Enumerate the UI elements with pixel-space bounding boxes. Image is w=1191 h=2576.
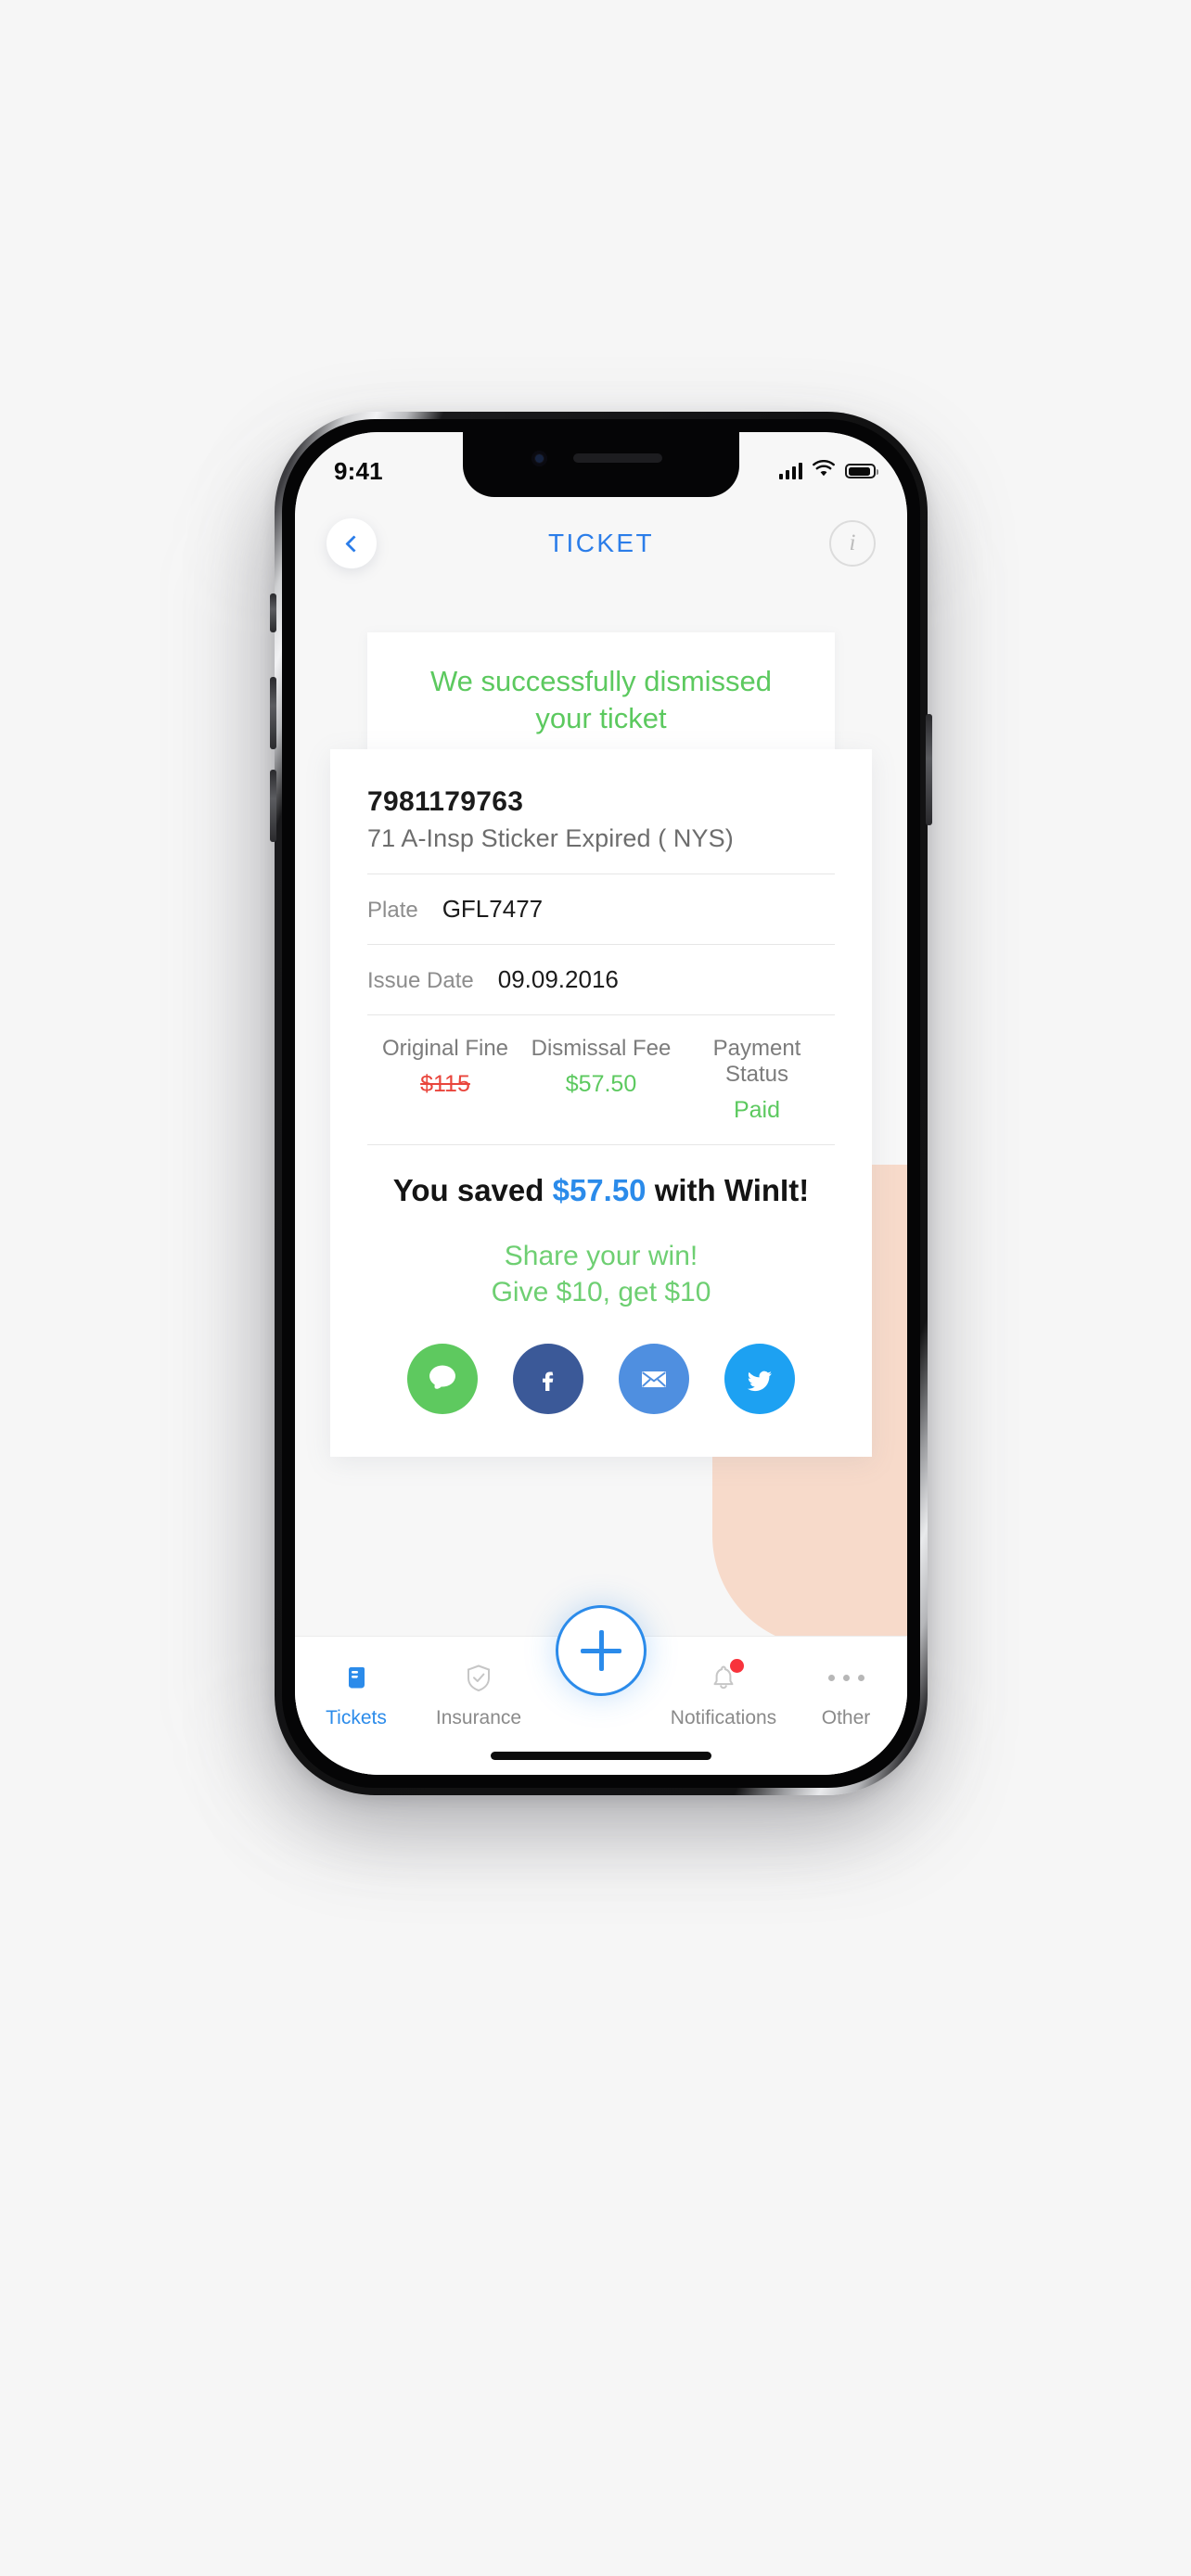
divider	[367, 944, 835, 945]
ticket-details-card: 7981179763 71 A-Insp Sticker Expired ( N…	[330, 749, 872, 1457]
payment-status-value: Paid	[733, 1097, 781, 1123]
status-bar: 9:41	[295, 432, 907, 497]
savings-prefix: You saved	[392, 1173, 553, 1207]
savings-suffix: with WinIt!	[646, 1173, 810, 1207]
page-title: TICKET	[548, 529, 654, 557]
cellular-signal-icon	[778, 463, 802, 479]
savings-amount: $57.50	[552, 1173, 647, 1207]
notification-badge	[730, 1659, 744, 1673]
fee-column: Payment Status Paid	[679, 1036, 835, 1124]
twitter-bird-icon	[747, 1371, 772, 1392]
status-icons	[778, 460, 878, 482]
app-header: TICKET i	[295, 497, 907, 590]
dismissal-fee-value: $57.50	[565, 1071, 637, 1097]
original-fine-label: Original Fine	[381, 1036, 509, 1061]
plus-icon-vertical	[598, 1630, 604, 1671]
receipt-scroll-icon	[340, 1659, 372, 1696]
tab-label-notifications: Notifications	[670, 1707, 777, 1728]
shield-check-icon	[463, 1659, 494, 1696]
original-fine-value: $115	[420, 1071, 470, 1097]
issue-date-row: Issue Date 09.09.2016	[367, 965, 835, 994]
share-buttons-row	[367, 1344, 835, 1414]
share-email-button[interactable]	[619, 1344, 689, 1414]
mute-switch[interactable]	[270, 593, 276, 632]
envelope-icon	[642, 1371, 666, 1387]
volume-up-button[interactable]	[270, 677, 276, 749]
ticket-number: 7981179763	[367, 786, 524, 817]
status-time: 9:41	[334, 456, 383, 485]
app-container: TICKET i We successfully dismissed your …	[295, 432, 907, 1775]
dismissal-success-banner: We successfully dismissed your ticket	[367, 632, 835, 768]
info-button[interactable]: i	[829, 520, 876, 567]
power-button[interactable]	[926, 714, 932, 825]
share-facebook-button[interactable]	[513, 1344, 583, 1414]
back-button[interactable]	[327, 518, 377, 568]
fees-row: Original Fine $115 Dismissal Fee $57.50 …	[367, 1036, 835, 1124]
add-ticket-fab[interactable]	[556, 1605, 647, 1696]
savings-summary: You saved $57.50 with WinIt!	[367, 1173, 835, 1208]
sidebar-item-notifications[interactable]: Notifications	[662, 1659, 785, 1729]
ticket-violation-description: 71 A-Insp Sticker Expired ( NYS)	[367, 824, 734, 852]
tab-label-insurance: Insurance	[435, 1707, 522, 1728]
page-backdrop: TICKET i We successfully dismissed your …	[0, 0, 1191, 2576]
share-sms-button[interactable]	[407, 1344, 478, 1414]
share-headline: Share your win! Give $10, get $10	[491, 1241, 711, 1307]
plate-value: GFL7477	[442, 895, 544, 923]
divider	[367, 1014, 835, 1015]
volume-down-button[interactable]	[270, 770, 276, 842]
fee-column: Dismissal Fee $57.50	[523, 1036, 679, 1124]
tab-label-tickets: Tickets	[326, 1707, 387, 1728]
message-bubble-icon	[429, 1365, 455, 1389]
chevron-left-icon	[345, 534, 363, 553]
wifi-icon	[812, 460, 836, 482]
sidebar-item-insurance[interactable]: Insurance	[417, 1659, 540, 1729]
ellipsis-icon	[827, 1659, 864, 1696]
divider	[367, 1144, 835, 1145]
issue-date-value: 09.09.2016	[497, 965, 619, 993]
facebook-icon	[543, 1371, 554, 1391]
dismissal-success-message: We successfully dismissed your ticket	[429, 665, 773, 734]
phone-screen: TICKET i We successfully dismissed your …	[295, 432, 907, 1775]
sidebar-item-tickets[interactable]: Tickets	[295, 1659, 417, 1729]
tab-label-other: Other	[821, 1707, 871, 1728]
payment-status-label: Payment Status	[712, 1036, 801, 1087]
plate-label: Plate	[367, 898, 418, 923]
plate-row: Plate GFL7477	[367, 895, 835, 924]
fee-column: Original Fine $115	[367, 1036, 523, 1124]
share-twitter-button[interactable]	[724, 1344, 795, 1414]
battery-icon	[845, 464, 878, 478]
info-icon: i	[849, 530, 856, 555]
issue-date-label: Issue Date	[367, 968, 474, 993]
sidebar-item-other[interactable]: Other	[785, 1659, 907, 1729]
dismissal-fee-label: Dismissal Fee	[531, 1036, 672, 1061]
home-indicator[interactable]	[491, 1752, 711, 1760]
